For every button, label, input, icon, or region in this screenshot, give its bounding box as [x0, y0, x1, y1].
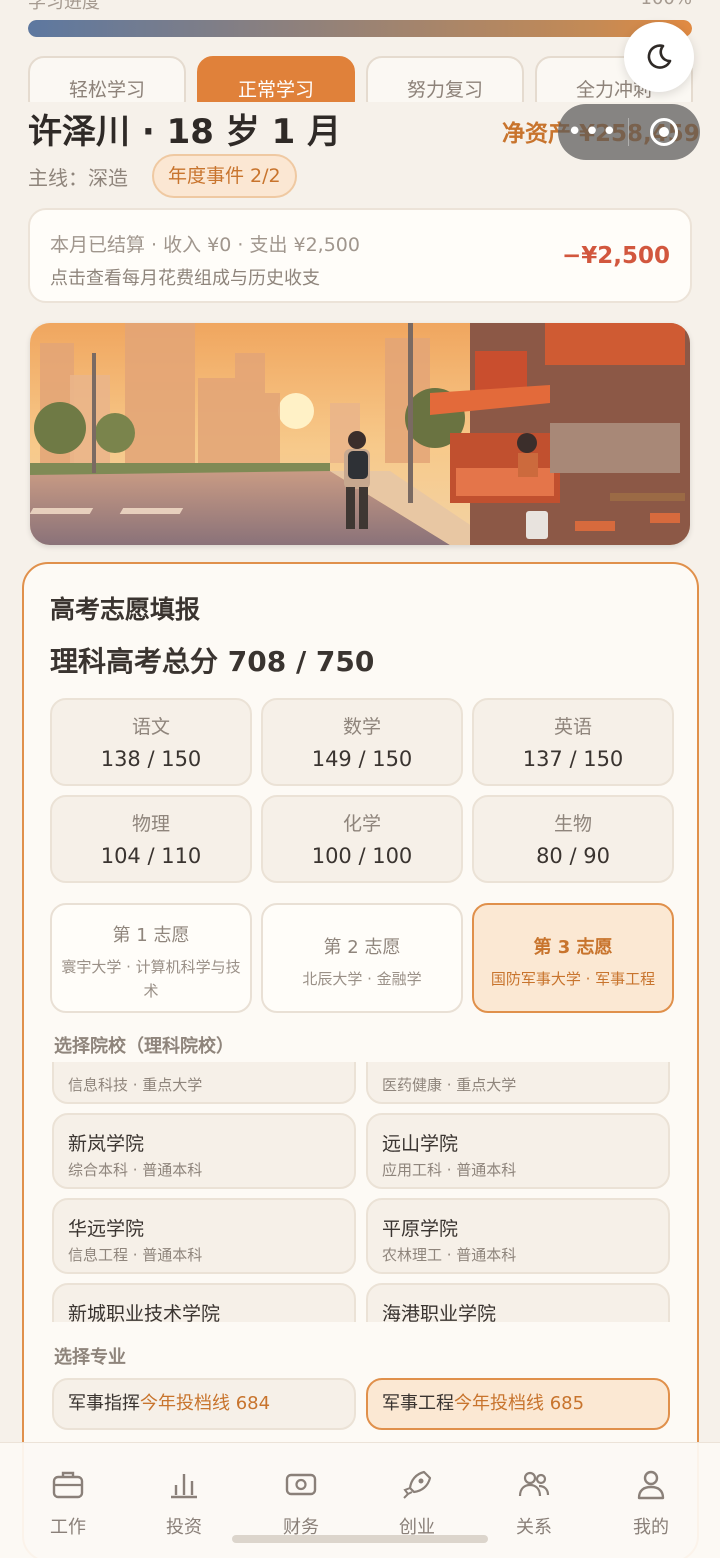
nav-label: 工作	[50, 1517, 86, 1538]
monthly-settlement-card[interactable]: 本月已结算 · 收入 ¥0 · 支出 ¥2,500 点击查看每月花费组成与历史收…	[28, 208, 692, 303]
school-section-label: 选择院校（理科院校）	[54, 1036, 234, 1057]
school-list: 信息科技 · 重点大学 医药健康 · 重点大学 新岚学院 综合本科 · 普通本科…	[52, 1062, 672, 1322]
tab-easy-study[interactable]: 轻松学习	[28, 56, 186, 102]
choice-detail: 北辰大学 · 金融学	[302, 970, 422, 988]
major-name: 军事工程	[382, 1393, 454, 1414]
school-name: 平原学院	[382, 1218, 459, 1240]
school-name: 华远学院	[68, 1218, 145, 1240]
subject-name: 生物	[553, 813, 592, 835]
subject-score: 149 / 150	[311, 747, 413, 771]
dark-mode-toggle[interactable]	[624, 22, 694, 92]
subject-score: 137 / 150	[522, 747, 624, 771]
school-name: 新城职业技术学院	[68, 1303, 221, 1322]
score-card-chemistry: 化学 100 / 100	[261, 795, 463, 883]
school-name: 远山学院	[382, 1133, 459, 1155]
subject-name: 数学	[342, 716, 381, 738]
annual-event-badge[interactable]: 年度事件 2/2	[152, 154, 297, 198]
choice-title: 第 3 志愿	[533, 937, 613, 958]
total-score: 理科高考总分 708 / 750	[50, 645, 375, 678]
study-mode-tabs: 轻松学习 正常学习 努力复习 全力冲刺	[28, 56, 720, 102]
school-type: 综合本科 · 普通本科	[68, 1161, 203, 1179]
nav-item-invest[interactable]: 投资	[134, 1465, 234, 1539]
score-card-biology: 生物 80 / 90	[472, 795, 674, 883]
person-icon	[637, 1470, 665, 1500]
school-type: 信息科技 · 重点大学	[68, 1076, 203, 1094]
gaokao-application-panel: 高考志愿填报 理科高考总分 708 / 750 语文 138 / 150 数学 …	[22, 562, 699, 1558]
study-progress-fill	[28, 20, 692, 37]
choice-slot-1[interactable]: 第 1 志愿 寰宇大学 · 计算机科学与技术	[50, 903, 252, 1013]
school-option[interactable]: 信息科技 · 重点大学	[52, 1062, 356, 1104]
briefcase-icon	[52, 1471, 84, 1499]
choice-title: 第 1 志愿	[112, 925, 190, 946]
score-card-chinese: 语文 138 / 150	[50, 698, 252, 786]
score-card-math: 数学 149 / 150	[261, 698, 463, 786]
capsule-divider	[628, 118, 629, 146]
major-cutoff-line: 今年投档线 685	[454, 1393, 585, 1414]
close-mini-program-button[interactable]	[650, 118, 678, 146]
school-type: 应用工科 · 普通本科	[382, 1161, 517, 1179]
moon-icon	[647, 44, 672, 69]
cash-icon	[285, 1473, 317, 1496]
school-option[interactable]: 新城职业技术学院	[52, 1283, 356, 1322]
tab-normal-study[interactable]: 正常学习	[197, 56, 355, 102]
major-cutoff-line: 今年投档线 684	[140, 1393, 271, 1414]
subject-score: 80 / 90	[536, 844, 610, 868]
choice-detail: 寰宇大学 · 计算机科学与技术	[61, 958, 241, 1000]
subject-name: 语文	[131, 716, 170, 738]
choice-slot-2[interactable]: 第 2 志愿 北辰大学 · 金融学	[261, 903, 463, 1013]
nav-label: 投资	[166, 1517, 202, 1538]
school-option[interactable]: 华远学院 信息工程 · 普通本科	[52, 1198, 356, 1274]
people-icon	[518, 1471, 550, 1497]
subject-name: 化学	[342, 813, 381, 835]
nav-label: 关系	[516, 1517, 552, 1538]
street-scene-illustration	[30, 323, 690, 545]
score-card-physics: 物理 104 / 110	[50, 795, 252, 883]
settlement-hint: 点击查看每月花费组成与历史收支	[50, 268, 320, 289]
school-name: 新岚学院	[68, 1133, 145, 1155]
nav-item-work[interactable]: 工作	[18, 1465, 118, 1539]
study-progress-percent: 100%	[641, 0, 692, 9]
study-progress-label: 学习进度	[28, 0, 100, 13]
more-menu-button[interactable]: •••	[558, 104, 628, 160]
major-option-military-command[interactable]: 军事指挥今年投档线 684	[52, 1378, 356, 1430]
nav-item-relations[interactable]: 关系	[484, 1465, 584, 1539]
choice-detail: 国防军事大学 · 军事工程	[490, 970, 656, 988]
nav-label: 我的	[633, 1517, 669, 1538]
mini-program-capsule: •••	[558, 104, 700, 160]
home-indicator	[232, 1535, 488, 1543]
school-option[interactable]: 平原学院 农林理工 · 普通本科	[366, 1198, 670, 1274]
panel-title: 高考志愿填报	[50, 595, 201, 624]
choice-slot-3[interactable]: 第 3 志愿 国防军事大学 · 军事工程	[472, 903, 674, 1013]
major-option-military-engineering[interactable]: 军事工程今年投档线 685	[366, 1378, 670, 1430]
school-option[interactable]: 海港职业学院	[366, 1283, 670, 1322]
school-option[interactable]: 医药健康 · 重点大学	[366, 1062, 670, 1104]
score-card-english: 英语 137 / 150	[472, 698, 674, 786]
nav-item-me[interactable]: 我的	[601, 1465, 701, 1539]
school-type: 信息工程 · 普通本科	[68, 1246, 203, 1264]
subject-score: 100 / 100	[311, 844, 413, 868]
choice-title: 第 2 志愿	[323, 937, 401, 958]
tab-hard-review[interactable]: 努力复习	[366, 56, 524, 102]
subject-score: 138 / 150	[100, 747, 202, 771]
mainline-label: 主线：深造	[28, 166, 128, 190]
school-option[interactable]: 新岚学院 综合本科 · 普通本科	[52, 1113, 356, 1189]
school-name: 海港职业学院	[382, 1303, 497, 1322]
character-name-age: 许泽川 · 18 岁 1 月	[28, 112, 342, 152]
school-type: 医药健康 · 重点大学	[382, 1076, 517, 1094]
settlement-amount: −¥2,500	[561, 243, 670, 269]
major-section-label: 选择专业	[54, 1347, 126, 1368]
nav-item-finance[interactable]: 财务	[251, 1465, 351, 1539]
school-type: 农林理工 · 普通本科	[382, 1246, 517, 1264]
study-progress-bar	[28, 20, 692, 37]
major-name: 军事指挥	[68, 1393, 140, 1414]
rocket-icon	[403, 1470, 432, 1499]
settlement-summary: 本月已结算 · 收入 ¥0 · 支出 ¥2,500	[50, 234, 360, 256]
subject-score: 104 / 110	[100, 844, 202, 868]
school-option[interactable]: 远山学院 应用工科 · 普通本科	[366, 1113, 670, 1189]
subject-name: 英语	[553, 716, 592, 738]
nav-item-startup[interactable]: 创业	[367, 1465, 467, 1539]
subject-name: 物理	[131, 813, 170, 835]
study-progress-header: 学习进度 100%	[28, 0, 692, 13]
bar-chart-icon	[171, 1474, 197, 1499]
